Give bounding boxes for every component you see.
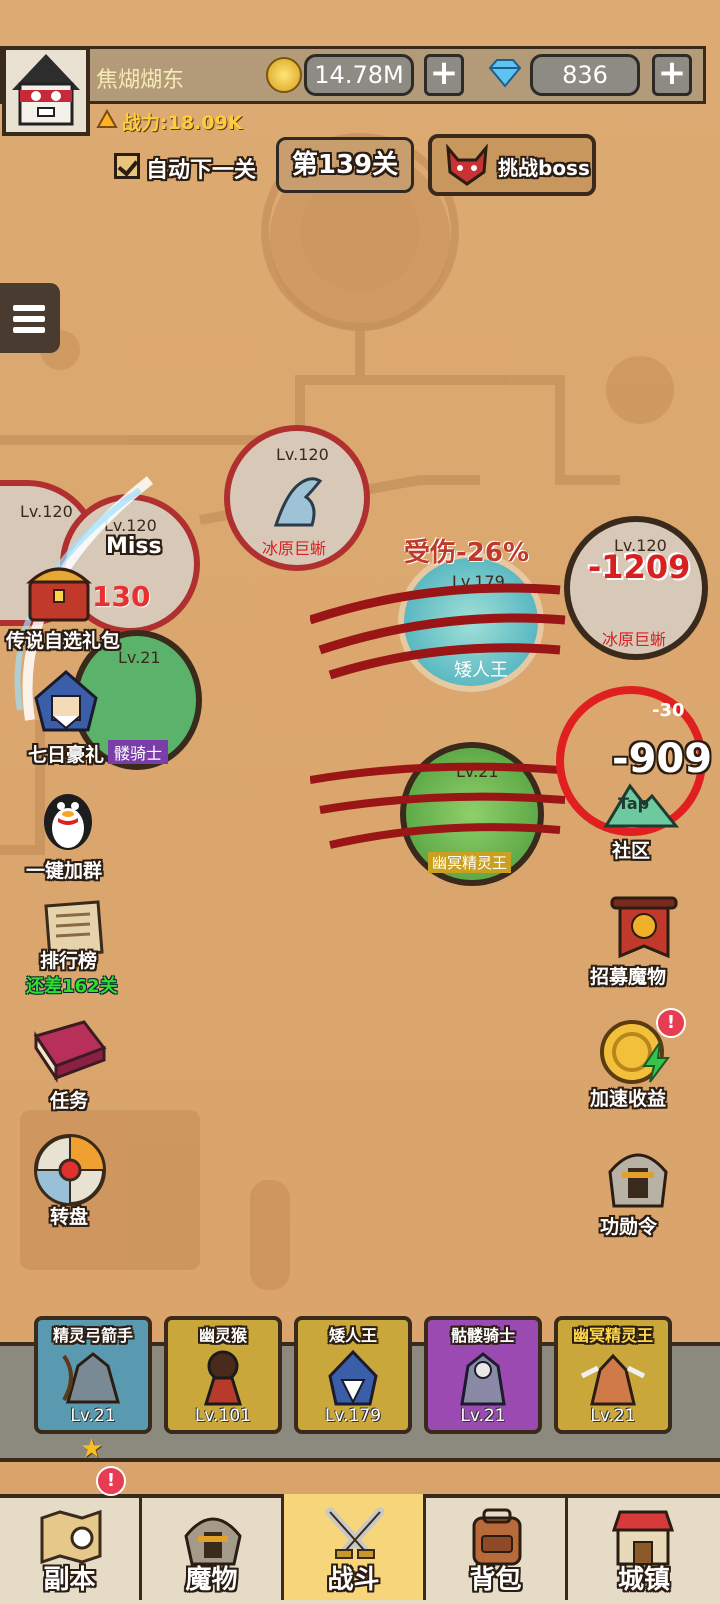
- damage-number: -1209: [588, 548, 691, 586]
- team-card-level: Lv.21: [70, 1406, 116, 1426]
- nav-label: 魔物: [185, 1565, 238, 1595]
- damage-small: -30: [652, 700, 685, 721]
- claw-marks-effect: [310, 583, 566, 680]
- notification-badge: !: [656, 1008, 686, 1038]
- player-name: 焦煳煳东: [96, 68, 185, 93]
- claw-marks-effect: [310, 762, 566, 849]
- join-group-button[interactable]: 一键加群: [20, 784, 130, 884]
- community-label: 社区: [612, 840, 651, 862]
- enemy-name: 冰原巨蜥: [602, 630, 667, 649]
- ice-lizard-icon: [273, 477, 323, 527]
- gold-coin-icon: [266, 57, 302, 93]
- wheel-icon: [34, 1134, 106, 1206]
- team-card-level: Lv.101: [194, 1406, 252, 1426]
- nav-backpack[interactable]: 背包: [426, 1494, 568, 1600]
- merit-order-label: 功勋令: [600, 1216, 658, 1238]
- add-gold-button[interactable]: +: [424, 54, 464, 96]
- menu-bar: [13, 327, 45, 333]
- damage-number: -909: [612, 736, 713, 782]
- power-icon: [96, 108, 118, 129]
- menu-bar: [13, 316, 45, 322]
- recruit-monster-label: 招募魔物: [590, 966, 667, 988]
- team-card-level: Lv.179: [324, 1406, 382, 1426]
- spin-wheel-button[interactable]: 转盘: [30, 1132, 120, 1232]
- banner-icon: [610, 896, 678, 959]
- damage-debuff-text: 受伤-26%: [404, 538, 530, 568]
- team-card-name: 幽冥精灵王: [572, 1326, 653, 1345]
- recruit-monster-button[interactable]: 招募魔物: [590, 894, 700, 994]
- samurai-icon: [34, 670, 98, 732]
- nav-battle[interactable]: 战斗: [284, 1494, 426, 1600]
- team-card[interactable]: 幽灵猴 Lv.101: [164, 1316, 282, 1434]
- penguin-icon: [44, 794, 92, 850]
- join-group-label: 一键加群: [26, 860, 103, 882]
- merit-order-button[interactable]: 功勋令: [590, 1142, 700, 1242]
- gem-amount: 836: [530, 54, 640, 96]
- team-card[interactable]: 矮人王 Lv.179: [294, 1316, 412, 1434]
- team-card-name: 矮人王: [328, 1326, 377, 1345]
- notification-badge: !: [96, 1466, 126, 1496]
- quest-button[interactable]: 任务: [30, 1018, 120, 1118]
- boss-button-label: 挑战boss: [498, 156, 590, 180]
- legend-pack-label: 传说自选礼包: [6, 630, 121, 652]
- enemy-node[interactable]: Lv.120 冰原巨蜥: [564, 516, 708, 660]
- helmet-icon: [184, 1517, 242, 1566]
- stage-number: 第139关: [276, 137, 414, 193]
- legend-pack-button[interactable]: 传说自选礼包: [0, 560, 140, 660]
- nav-label: 城镇: [617, 1565, 670, 1595]
- nav-label: 战斗: [327, 1565, 380, 1595]
- treasure-chest-icon: [26, 567, 92, 622]
- dwarf-king-icon: [328, 1349, 378, 1406]
- combat-power: 战力:18.09K: [122, 112, 243, 134]
- nav-label: 副本: [43, 1565, 96, 1595]
- team-card-name: 精灵弓箭手: [52, 1326, 133, 1345]
- avatar-portrait-icon: [6, 50, 86, 132]
- leaderboard-button[interactable]: 排行榜 还差162关: [20, 900, 130, 1000]
- map-icon: [40, 1509, 102, 1564]
- team-card[interactable]: 幽冥精灵王 Lv.21: [554, 1316, 672, 1434]
- leaderboard-label: 排行榜: [40, 950, 98, 972]
- nether-elf-king-icon: [580, 1353, 646, 1406]
- speed-up-income-label: 加速收益: [590, 1088, 667, 1110]
- challenge-boss-button[interactable]: 挑战boss: [428, 134, 596, 196]
- favorite-star-icon: ★: [80, 1434, 104, 1464]
- skeleton-knight-icon: [460, 1352, 506, 1406]
- auto-next-label: 自动下一关: [146, 158, 257, 183]
- seven-day-gift-label: 七日豪礼: [28, 744, 105, 766]
- auto-next-checkbox[interactable]: [114, 153, 140, 179]
- nav-label: 背包: [469, 1565, 522, 1595]
- nav-dungeon[interactable]: ! 副本: [0, 1466, 142, 1600]
- team-card-level: Lv.21: [590, 1406, 636, 1426]
- book-icon: [33, 1020, 107, 1083]
- player-avatar[interactable]: [2, 46, 90, 136]
- community-button[interactable]: Tap 社区: [590, 780, 690, 864]
- speed-up-income-button[interactable]: ! 加速收益: [590, 1008, 700, 1116]
- boss-demon-icon: [446, 144, 488, 186]
- ghost-monkey-icon: [203, 1350, 243, 1406]
- team-card[interactable]: 骷髅骑士 Lv.21: [424, 1316, 542, 1434]
- elf-archer-icon: [62, 1352, 120, 1404]
- gold-amount: 14.78M: [304, 54, 414, 96]
- side-menu-button[interactable]: [0, 283, 60, 353]
- leaderboard-gap-text: 还差162关: [26, 976, 118, 997]
- helmet-icon: [608, 1153, 668, 1208]
- enemy-name: 冰原巨蜥: [262, 539, 327, 558]
- team-card-name: 幽灵猴: [198, 1326, 247, 1345]
- team-card[interactable]: 精灵弓箭手 Lv.21: [34, 1316, 152, 1434]
- quest-label: 任务: [50, 1090, 89, 1112]
- add-gems-button[interactable]: +: [652, 54, 692, 96]
- team-card-level: Lv.21: [460, 1406, 506, 1426]
- team-card-name: 骷髅骑士: [450, 1326, 515, 1345]
- nav-monsters[interactable]: 魔物: [142, 1494, 284, 1600]
- menu-bar: [13, 305, 45, 311]
- seven-day-gift-button[interactable]: 七日豪礼: [20, 668, 120, 768]
- spin-wheel-label: 转盘: [50, 1206, 89, 1228]
- diamond-icon: [488, 58, 522, 88]
- nav-town[interactable]: 城镇: [568, 1494, 720, 1600]
- tap-text: Tap: [618, 794, 650, 813]
- enemy-level: Lv.120: [276, 445, 329, 464]
